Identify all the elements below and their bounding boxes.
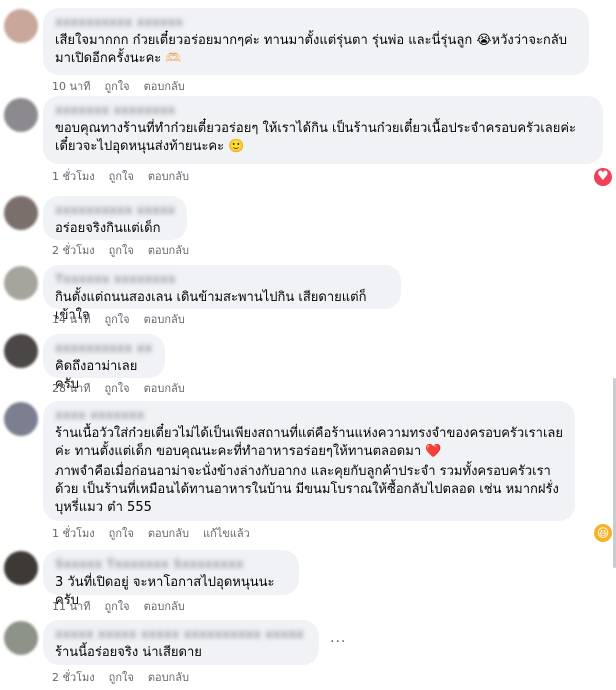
comment-bubble: xxxxxxxxxx xxxxxx เสียใจมากกก ก๋วยเตี๋ยว… bbox=[43, 8, 589, 75]
like-button[interactable]: ถูกใจ bbox=[109, 169, 134, 185]
comment-actions: 14 นาที ถูกใจ ตอบกลับ bbox=[52, 312, 185, 328]
avatar[interactable] bbox=[4, 621, 38, 655]
comment-bubble: xxxxxxxxxx xxxx คิดถึงอาม่าเลยครับ bbox=[43, 334, 165, 392]
reply-button[interactable]: ตอบกลับ bbox=[148, 526, 189, 542]
comment-actions: 10 นาที ถูกใจ ตอบกลับ bbox=[52, 79, 185, 95]
comment-actions: 11 นาที ถูกใจ ตอบกลับ bbox=[52, 599, 185, 615]
commenter-name[interactable]: xxxxx xxxxx xxxxx xxxxxxxxxx xxxxx bbox=[55, 627, 307, 641]
like-button[interactable]: ถูกใจ bbox=[109, 670, 134, 686]
avatar[interactable] bbox=[4, 9, 38, 43]
comment-bubble: xxxxxxx xxxxxxxx ขอบคุณทางร้านที่ทำก๋วยเ… bbox=[43, 96, 603, 164]
comment-bubble: xxxxx xxxxx xxxxx xxxxxxxxxx xxxxx ร้านน… bbox=[43, 620, 319, 665]
comment-text: ขอบคุณทางร้านที่ทำก๋วยเตี๋ยวอร่อยๆ ให้เร… bbox=[55, 121, 576, 154]
commenter-name[interactable]: xxxxxxxxxx xxxxxx bbox=[55, 15, 577, 29]
comment-bubble: Sxxxxx Txxxxxxx Sxxxxxxxx 3 วันที่เปิดอย… bbox=[43, 550, 299, 608]
edited-label[interactable]: แก้ไขแล้ว bbox=[203, 526, 250, 542]
like-button[interactable]: ถูกใจ bbox=[104, 312, 129, 328]
comment-bubble: xxxxxxxxxx xxxxxxxxx อร่อยจริงกินแต่เด็ก bbox=[43, 196, 187, 240]
haha-reaction-icon[interactable]: 😆 bbox=[594, 524, 612, 542]
comment-text: เสียใจมากกก ก๋วยเตี๋ยวอร่อยมากๆค่ะ ทานมา… bbox=[55, 33, 568, 66]
comment-time: 2 ชั่วโมง bbox=[52, 244, 95, 257]
comment-actions: 1 ชั่วโมง ถูกใจ ตอบกลับ แก้ไขแล้ว bbox=[52, 526, 250, 542]
reply-button[interactable]: ตอบกลับ bbox=[144, 599, 185, 615]
reply-button[interactable]: ตอบกลับ bbox=[148, 243, 189, 259]
comment-time: 10 นาที bbox=[52, 80, 91, 93]
like-button[interactable]: ถูกใจ bbox=[109, 243, 134, 259]
reply-button[interactable]: ตอบกลับ bbox=[144, 312, 185, 328]
comment-actions: 28 นาที ถูกใจ ตอบกลับ bbox=[52, 381, 185, 397]
comment-time: 11 นาที bbox=[52, 600, 91, 613]
comment-bubble: xxxx xxxxxxx ร้านเนื้อวัวใส่ก๋วยเตี๋ยวไม… bbox=[43, 401, 575, 521]
commenter-name[interactable]: xxxx xxxxxxx bbox=[55, 408, 563, 422]
heart-reaction-icon[interactable]: ♥ bbox=[594, 168, 612, 186]
comment-text: อร่อยจริงกินแต่เด็ก bbox=[55, 221, 161, 236]
comment-time: 2 ชั่วโมง bbox=[52, 671, 95, 684]
like-button[interactable]: ถูกใจ bbox=[109, 526, 134, 542]
commenter-name[interactable]: xxxxxxx xxxxxxxx bbox=[55, 103, 591, 117]
reply-button[interactable]: ตอบกลับ bbox=[144, 79, 185, 95]
commenter-name[interactable]: Txxxxxx xxxxxxxx bbox=[55, 272, 389, 286]
comment-actions: 1 ชั่วโมง ถูกใจ ตอบกลับ bbox=[52, 169, 189, 185]
commenter-name[interactable]: xxxxxxxxxx xxxx bbox=[55, 341, 153, 355]
comment-time: 1 ชั่วโมง bbox=[52, 170, 95, 183]
avatar[interactable] bbox=[4, 196, 38, 230]
comment-bubble: Txxxxxx xxxxxxxx กินตั้งแต่ถนนสองเลน เดิ… bbox=[43, 265, 401, 323]
comment-text: ร้านนี้อร่อยจริง น่าเสียดาย bbox=[55, 645, 202, 660]
reply-button[interactable]: ตอบกลับ bbox=[148, 169, 189, 185]
reply-button[interactable]: ตอบกลับ bbox=[144, 381, 185, 397]
like-button[interactable]: ถูกใจ bbox=[104, 381, 129, 397]
more-options-icon[interactable]: ··· bbox=[330, 634, 346, 650]
like-button[interactable]: ถูกใจ bbox=[104, 599, 129, 615]
comment-time: 14 นาที bbox=[52, 313, 91, 326]
avatar[interactable] bbox=[4, 334, 38, 368]
comment-text: ร้านเนื้อวัวใส่ก๋วยเตี๋ยวไม่ได้เป็นเพียง… bbox=[55, 426, 563, 459]
comment-time: 1 ชั่วโมง bbox=[52, 527, 95, 540]
avatar[interactable] bbox=[4, 266, 38, 300]
comment-time: 28 นาที bbox=[52, 382, 91, 395]
commenter-name[interactable]: Sxxxxx Txxxxxxx Sxxxxxxxx bbox=[55, 557, 287, 571]
commenter-name[interactable]: xxxxxxxxxx xxxxxxxxx bbox=[55, 203, 175, 217]
reply-button[interactable]: ตอบกลับ bbox=[148, 670, 189, 686]
avatar[interactable] bbox=[4, 551, 38, 585]
like-button[interactable]: ถูกใจ bbox=[104, 79, 129, 95]
comment-actions: 2 ชั่วโมง ถูกใจ ตอบกลับ bbox=[52, 243, 189, 259]
comment-text: ภาพจำคือเมื่อก่อนอาม่าจะนั่งข้างล่างกับอ… bbox=[55, 464, 559, 515]
avatar[interactable] bbox=[4, 402, 38, 436]
avatar[interactable] bbox=[4, 98, 38, 132]
comment-actions: 2 ชั่วโมง ถูกใจ ตอบกลับ bbox=[52, 670, 189, 686]
